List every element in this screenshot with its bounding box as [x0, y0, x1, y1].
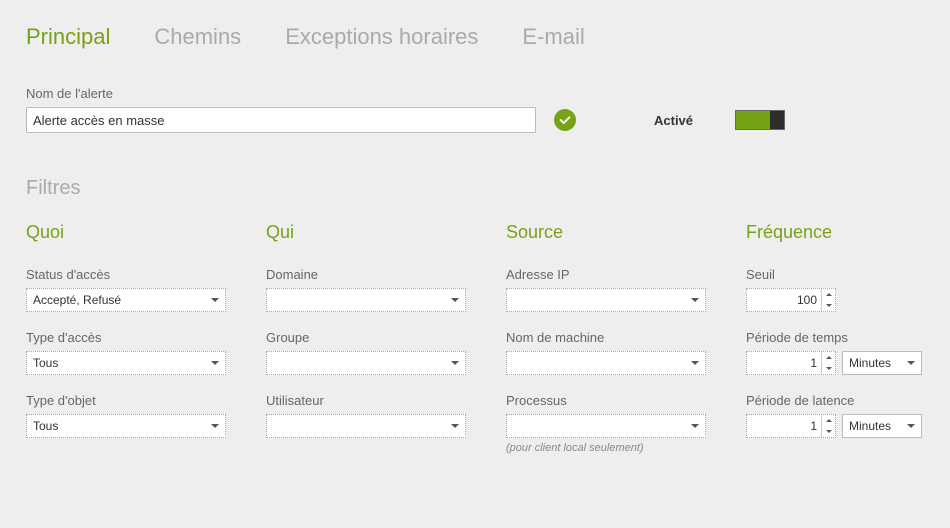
col-qui: Qui Domaine Groupe Utilisateur — [266, 222, 466, 472]
object-type-label: Type d'objet — [26, 393, 226, 408]
spin-down-icon[interactable] — [822, 363, 835, 374]
enabled-label: Activé — [654, 113, 693, 128]
domain-select[interactable] — [266, 288, 466, 312]
domain-label: Domaine — [266, 267, 466, 282]
group-select[interactable] — [266, 351, 466, 375]
spin-up-icon[interactable] — [822, 352, 835, 363]
tab-principal[interactable]: Principal — [26, 24, 110, 50]
ip-select[interactable] — [506, 288, 706, 312]
period-unit-select[interactable]: Minutes — [842, 351, 922, 375]
chevron-down-icon — [211, 298, 219, 302]
process-hint: (pour client local seulement) — [506, 442, 706, 454]
threshold-value: 100 — [747, 293, 821, 307]
enabled-toggle[interactable] — [735, 110, 785, 130]
status-label: Status d'accès — [26, 267, 226, 282]
alert-name-input[interactable] — [26, 107, 536, 133]
col-frequence: Fréquence Seuil 100 Période de temps 1 — [746, 222, 946, 472]
spin-up-icon[interactable] — [822, 289, 835, 300]
process-select[interactable] — [506, 414, 706, 438]
chevron-down-icon — [907, 361, 915, 365]
user-label: Utilisateur — [266, 393, 466, 408]
chevron-down-icon — [211, 424, 219, 428]
threshold-input[interactable]: 100 — [746, 288, 836, 312]
chevron-down-icon — [691, 298, 699, 302]
threshold-label: Seuil — [746, 267, 946, 282]
filters-title: Filtres — [26, 177, 924, 200]
group-label: Groupe — [266, 330, 466, 345]
period-value: 1 — [747, 356, 821, 370]
user-select[interactable] — [266, 414, 466, 438]
threshold-spinner[interactable] — [821, 289, 835, 311]
tab-bar: Principal Chemins Exceptions horaires E-… — [26, 24, 924, 50]
status-select[interactable]: Accepté, Refusé — [26, 288, 226, 312]
col-quoi: Quoi Status d'accès Accepté, Refusé Type… — [26, 222, 226, 472]
latency-value: 1 — [747, 419, 821, 433]
tab-exceptions[interactable]: Exceptions horaires — [285, 24, 478, 50]
chevron-down-icon — [451, 298, 459, 302]
valid-check-icon — [554, 109, 576, 131]
col-title-frequence: Fréquence — [746, 222, 946, 243]
object-type-select[interactable]: Tous — [26, 414, 226, 438]
spin-up-icon[interactable] — [822, 415, 835, 426]
col-title-qui: Qui — [266, 222, 466, 243]
object-type-value: Tous — [33, 419, 58, 433]
latency-label: Période de latence — [746, 393, 946, 408]
col-title-quoi: Quoi — [26, 222, 226, 243]
access-type-select[interactable]: Tous — [26, 351, 226, 375]
chevron-down-icon — [211, 361, 219, 365]
latency-unit-value: Minutes — [849, 419, 891, 433]
col-title-source: Source — [506, 222, 706, 243]
period-spinner[interactable] — [821, 352, 835, 374]
alert-name-label: Nom de l'alerte — [26, 86, 924, 101]
machine-select[interactable] — [506, 351, 706, 375]
period-input[interactable]: 1 — [746, 351, 836, 375]
machine-label: Nom de machine — [506, 330, 706, 345]
chevron-down-icon — [451, 361, 459, 365]
status-value: Accepté, Refusé — [33, 293, 121, 307]
tab-email[interactable]: E-mail — [522, 24, 584, 50]
period-label: Période de temps — [746, 330, 946, 345]
spin-down-icon[interactable] — [822, 426, 835, 437]
access-type-label: Type d'accès — [26, 330, 226, 345]
ip-label: Adresse IP — [506, 267, 706, 282]
period-unit-value: Minutes — [849, 356, 891, 370]
latency-spinner[interactable] — [821, 415, 835, 437]
latency-unit-select[interactable]: Minutes — [842, 414, 922, 438]
col-source: Source Adresse IP Nom de machine Process… — [506, 222, 706, 472]
spin-down-icon[interactable] — [822, 300, 835, 311]
process-label: Processus — [506, 393, 706, 408]
chevron-down-icon — [691, 424, 699, 428]
chevron-down-icon — [451, 424, 459, 428]
chevron-down-icon — [691, 361, 699, 365]
tab-chemins[interactable]: Chemins — [154, 24, 241, 50]
chevron-down-icon — [907, 424, 915, 428]
access-type-value: Tous — [33, 356, 58, 370]
latency-input[interactable]: 1 — [746, 414, 836, 438]
